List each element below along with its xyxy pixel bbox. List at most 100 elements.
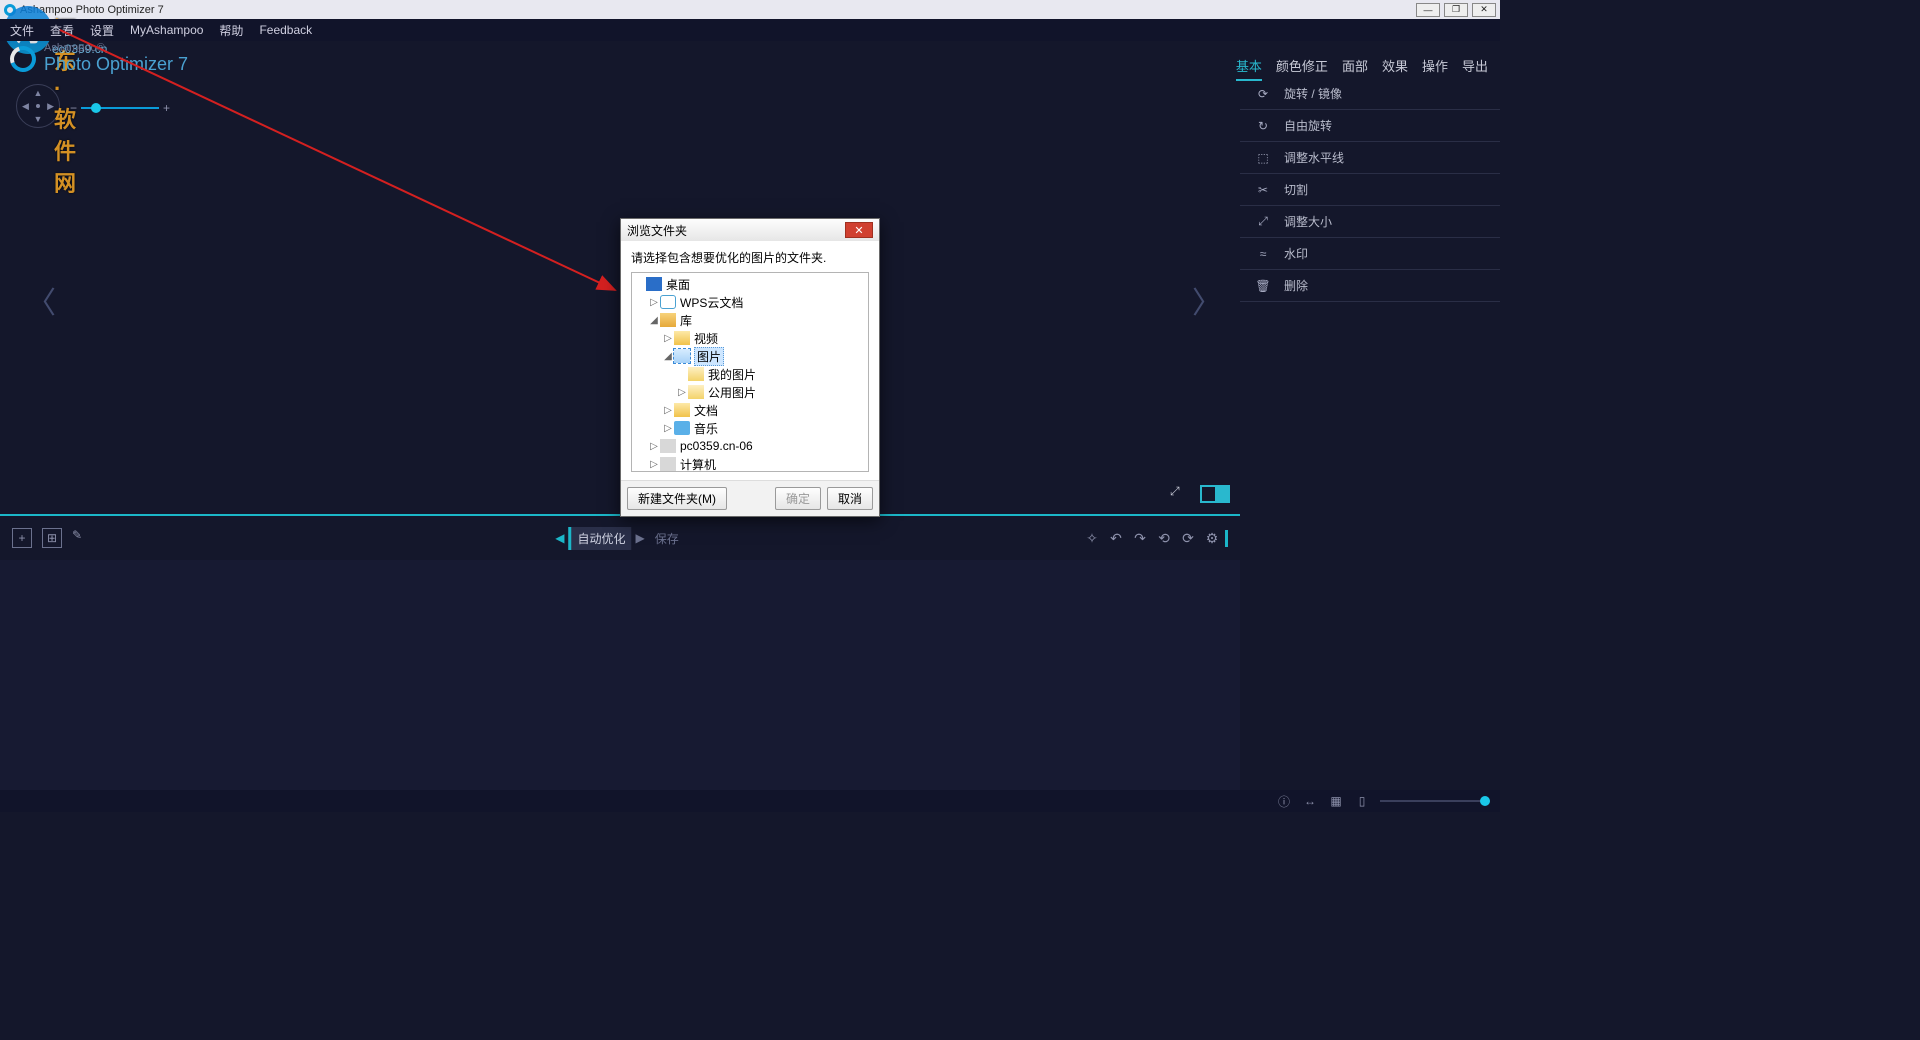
menu-myashampoo[interactable]: MyAshampoo — [130, 23, 203, 37]
zoom-out-icon: − — [70, 101, 77, 115]
brush-icon[interactable]: ✎ — [72, 528, 82, 548]
thumb-size-slider[interactable] — [1380, 800, 1490, 802]
menu-help[interactable]: 帮助 — [219, 22, 243, 39]
pan-center-icon — [36, 104, 40, 108]
minimize-button[interactable]: — — [1416, 3, 1440, 17]
tree-twisty-icon: ▷ — [662, 333, 674, 344]
menu-settings[interactable]: 设置 — [90, 22, 114, 39]
close-window-button[interactable]: ✕ — [1472, 3, 1496, 17]
rotate-right-icon[interactable]: ⟳ — [1179, 530, 1197, 547]
edit-tabs: 基本 颜色修正 面部 效果 操作 导出 — [1236, 56, 1488, 81]
tab-export[interactable]: 导出 — [1462, 56, 1488, 81]
rotate-left-icon[interactable]: ⟲ — [1155, 530, 1173, 547]
add-folder-button[interactable]: ⊞ — [42, 528, 62, 548]
tree-twisty-icon: ▷ — [648, 441, 660, 452]
window-title: Ashampoo Photo Optimizer 7 — [20, 4, 164, 16]
sideitem-crop[interactable]: ✂切割 — [1240, 174, 1500, 206]
sideitem-label: 旋转 / 镜像 — [1284, 85, 1342, 102]
sideitem-delete[interactable]: 🗑删除 — [1240, 270, 1500, 302]
sideitem-label: 水印 — [1284, 245, 1308, 262]
single-view-icon[interactable]: ▯ — [1354, 794, 1370, 808]
zoom-slider[interactable]: − + — [70, 102, 170, 114]
pc-icon — [660, 457, 676, 471]
prev-image-button[interactable]: 〈 — [26, 278, 48, 318]
fullscreen-icon[interactable]: ⤢ — [1170, 484, 1190, 504]
tree-node-label: 计算机 — [680, 456, 716, 473]
menu-feedback[interactable]: Feedback — [259, 23, 312, 37]
tree-node[interactable]: ▷音乐 — [634, 419, 866, 437]
settings-gear-icon[interactable]: ⚙ — [1203, 530, 1221, 547]
tree-twisty-icon: ◢ — [662, 351, 674, 362]
add-file-button[interactable]: + — [12, 528, 32, 548]
redo-icon[interactable]: ↷ — [1131, 530, 1149, 547]
undo-icon[interactable]: ↶ — [1107, 530, 1125, 547]
sideitem-label: 调整水平线 — [1284, 149, 1344, 166]
dialog-titlebar[interactable]: 浏览文件夹 ✕ — [621, 219, 879, 241]
next-image-button[interactable]: 〉 — [1192, 278, 1214, 318]
tree-node[interactable]: ▷ 公用图片 — [634, 383, 866, 401]
tab-color[interactable]: 颜色修正 — [1276, 56, 1328, 81]
sideitem-label: 调整大小 — [1284, 213, 1332, 230]
pan-control[interactable]: ▲ ▼ ◀ ▶ — [16, 84, 60, 128]
view-controls: ⤢ — [1170, 484, 1230, 504]
tab-operation[interactable]: 操作 — [1422, 56, 1448, 81]
auto-optimize-button[interactable]: 自动优化 — [568, 527, 631, 550]
brand-ring-icon — [6, 42, 41, 77]
pic-icon — [688, 367, 704, 381]
water-icon: ≈ — [1254, 245, 1272, 263]
sideitem-rotate-mirror[interactable]: ⟳旋转 / 镜像 — [1240, 78, 1500, 110]
folder-icon — [674, 349, 690, 363]
tab-effect[interactable]: 效果 — [1382, 56, 1408, 81]
auto-opt-prev-icon[interactable]: ◀ — [555, 531, 564, 545]
tree-node-label: 图片 — [694, 347, 724, 366]
folder-tree[interactable]: 桌面▷WPS云文档◢库▷视频◢图片我的图片▷公用图片▷文档▷音乐▷pc0359.… — [631, 272, 869, 472]
grid-view-icon[interactable]: ▦ — [1328, 794, 1344, 808]
menu-file[interactable]: 文件 — [10, 22, 34, 39]
lib-icon — [660, 313, 676, 327]
zoom-handle[interactable] — [91, 103, 101, 113]
tree-node-label: 桌面 — [666, 276, 690, 293]
tree-node[interactable]: 桌面 — [634, 275, 866, 293]
maximize-button[interactable]: ❐ — [1444, 3, 1468, 17]
compare-toggle[interactable] — [1200, 485, 1230, 503]
app-brand: Ashampoo® Photo Optimizer 7 — [44, 42, 188, 75]
tree-node[interactable]: ◢库 — [634, 311, 866, 329]
tree-node[interactable]: ◢ 图片 — [634, 347, 866, 365]
tree-node-label: pc0359.cn-06 — [680, 439, 753, 453]
thumbnail-strip — [0, 560, 1240, 790]
tree-node[interactable]: ▷ pc0359.cn-06 — [634, 437, 866, 455]
auto-opt-next-icon[interactable]: ▶ — [636, 531, 645, 545]
sideitem-watermark[interactable]: ≈ 水印 — [1240, 238, 1500, 270]
tree-node[interactable]: ▷文档 — [634, 401, 866, 419]
action-toolbar: + ⊞ ✎ ◀ 自动优化 ▶ 保存 ✧ ↶ ↷ ⟲ ⟳ ⚙ — [0, 522, 1240, 554]
dialog-close-button[interactable]: ✕ — [845, 222, 873, 238]
browse-folder-dialog: 浏览文件夹 ✕ 请选择包含想要优化的图片的文件夹. 桌面▷WPS云文档◢库▷视频… — [620, 218, 880, 517]
tree-node-label: 音乐 — [694, 420, 718, 437]
tree-twisty-icon: ▷ — [676, 387, 688, 398]
refresh-icon: ↻ — [1254, 117, 1272, 135]
new-folder-button[interactable]: 新建文件夹(M) — [627, 487, 727, 510]
cancel-button[interactable]: 取消 — [827, 487, 873, 510]
auto-icon[interactable]: ✧ — [1083, 530, 1101, 547]
level-icon: ⬚ — [1254, 149, 1272, 167]
tree-node[interactable]: ▷视频 — [634, 329, 866, 347]
tree-twisty-icon: ▷ — [648, 459, 660, 470]
tree-node-label: 公用图片 — [708, 384, 756, 401]
tab-face[interactable]: 面部 — [1342, 56, 1368, 81]
ok-button[interactable]: 确定 — [775, 487, 821, 510]
tree-node-label: WPS云文档 — [680, 294, 743, 311]
sideitem-horizon[interactable]: ⬚ 调整水平线 — [1240, 142, 1500, 174]
tree-node[interactable]: ▷WPS云文档 — [634, 293, 866, 311]
app-logo-icon — [4, 4, 16, 16]
tab-basic[interactable]: 基本 — [1236, 56, 1262, 81]
menu-view[interactable]: 查看 — [50, 22, 74, 39]
sideitem-free-rotate[interactable]: ↻ 自由旋转 — [1240, 110, 1500, 142]
save-button[interactable]: 保存 — [649, 527, 685, 550]
info-icon[interactable]: ⓘ — [1276, 793, 1292, 810]
tree-node[interactable]: 我的图片 — [634, 365, 866, 383]
sideitem-label: 自由旋转 — [1284, 117, 1332, 134]
pan-down-icon: ▼ — [34, 114, 43, 124]
tree-node[interactable]: ▷ 计算机 — [634, 455, 866, 472]
sideitem-resize[interactable]: ⤢调整大小 — [1240, 206, 1500, 238]
fit-width-icon[interactable]: ↔ — [1302, 794, 1318, 808]
